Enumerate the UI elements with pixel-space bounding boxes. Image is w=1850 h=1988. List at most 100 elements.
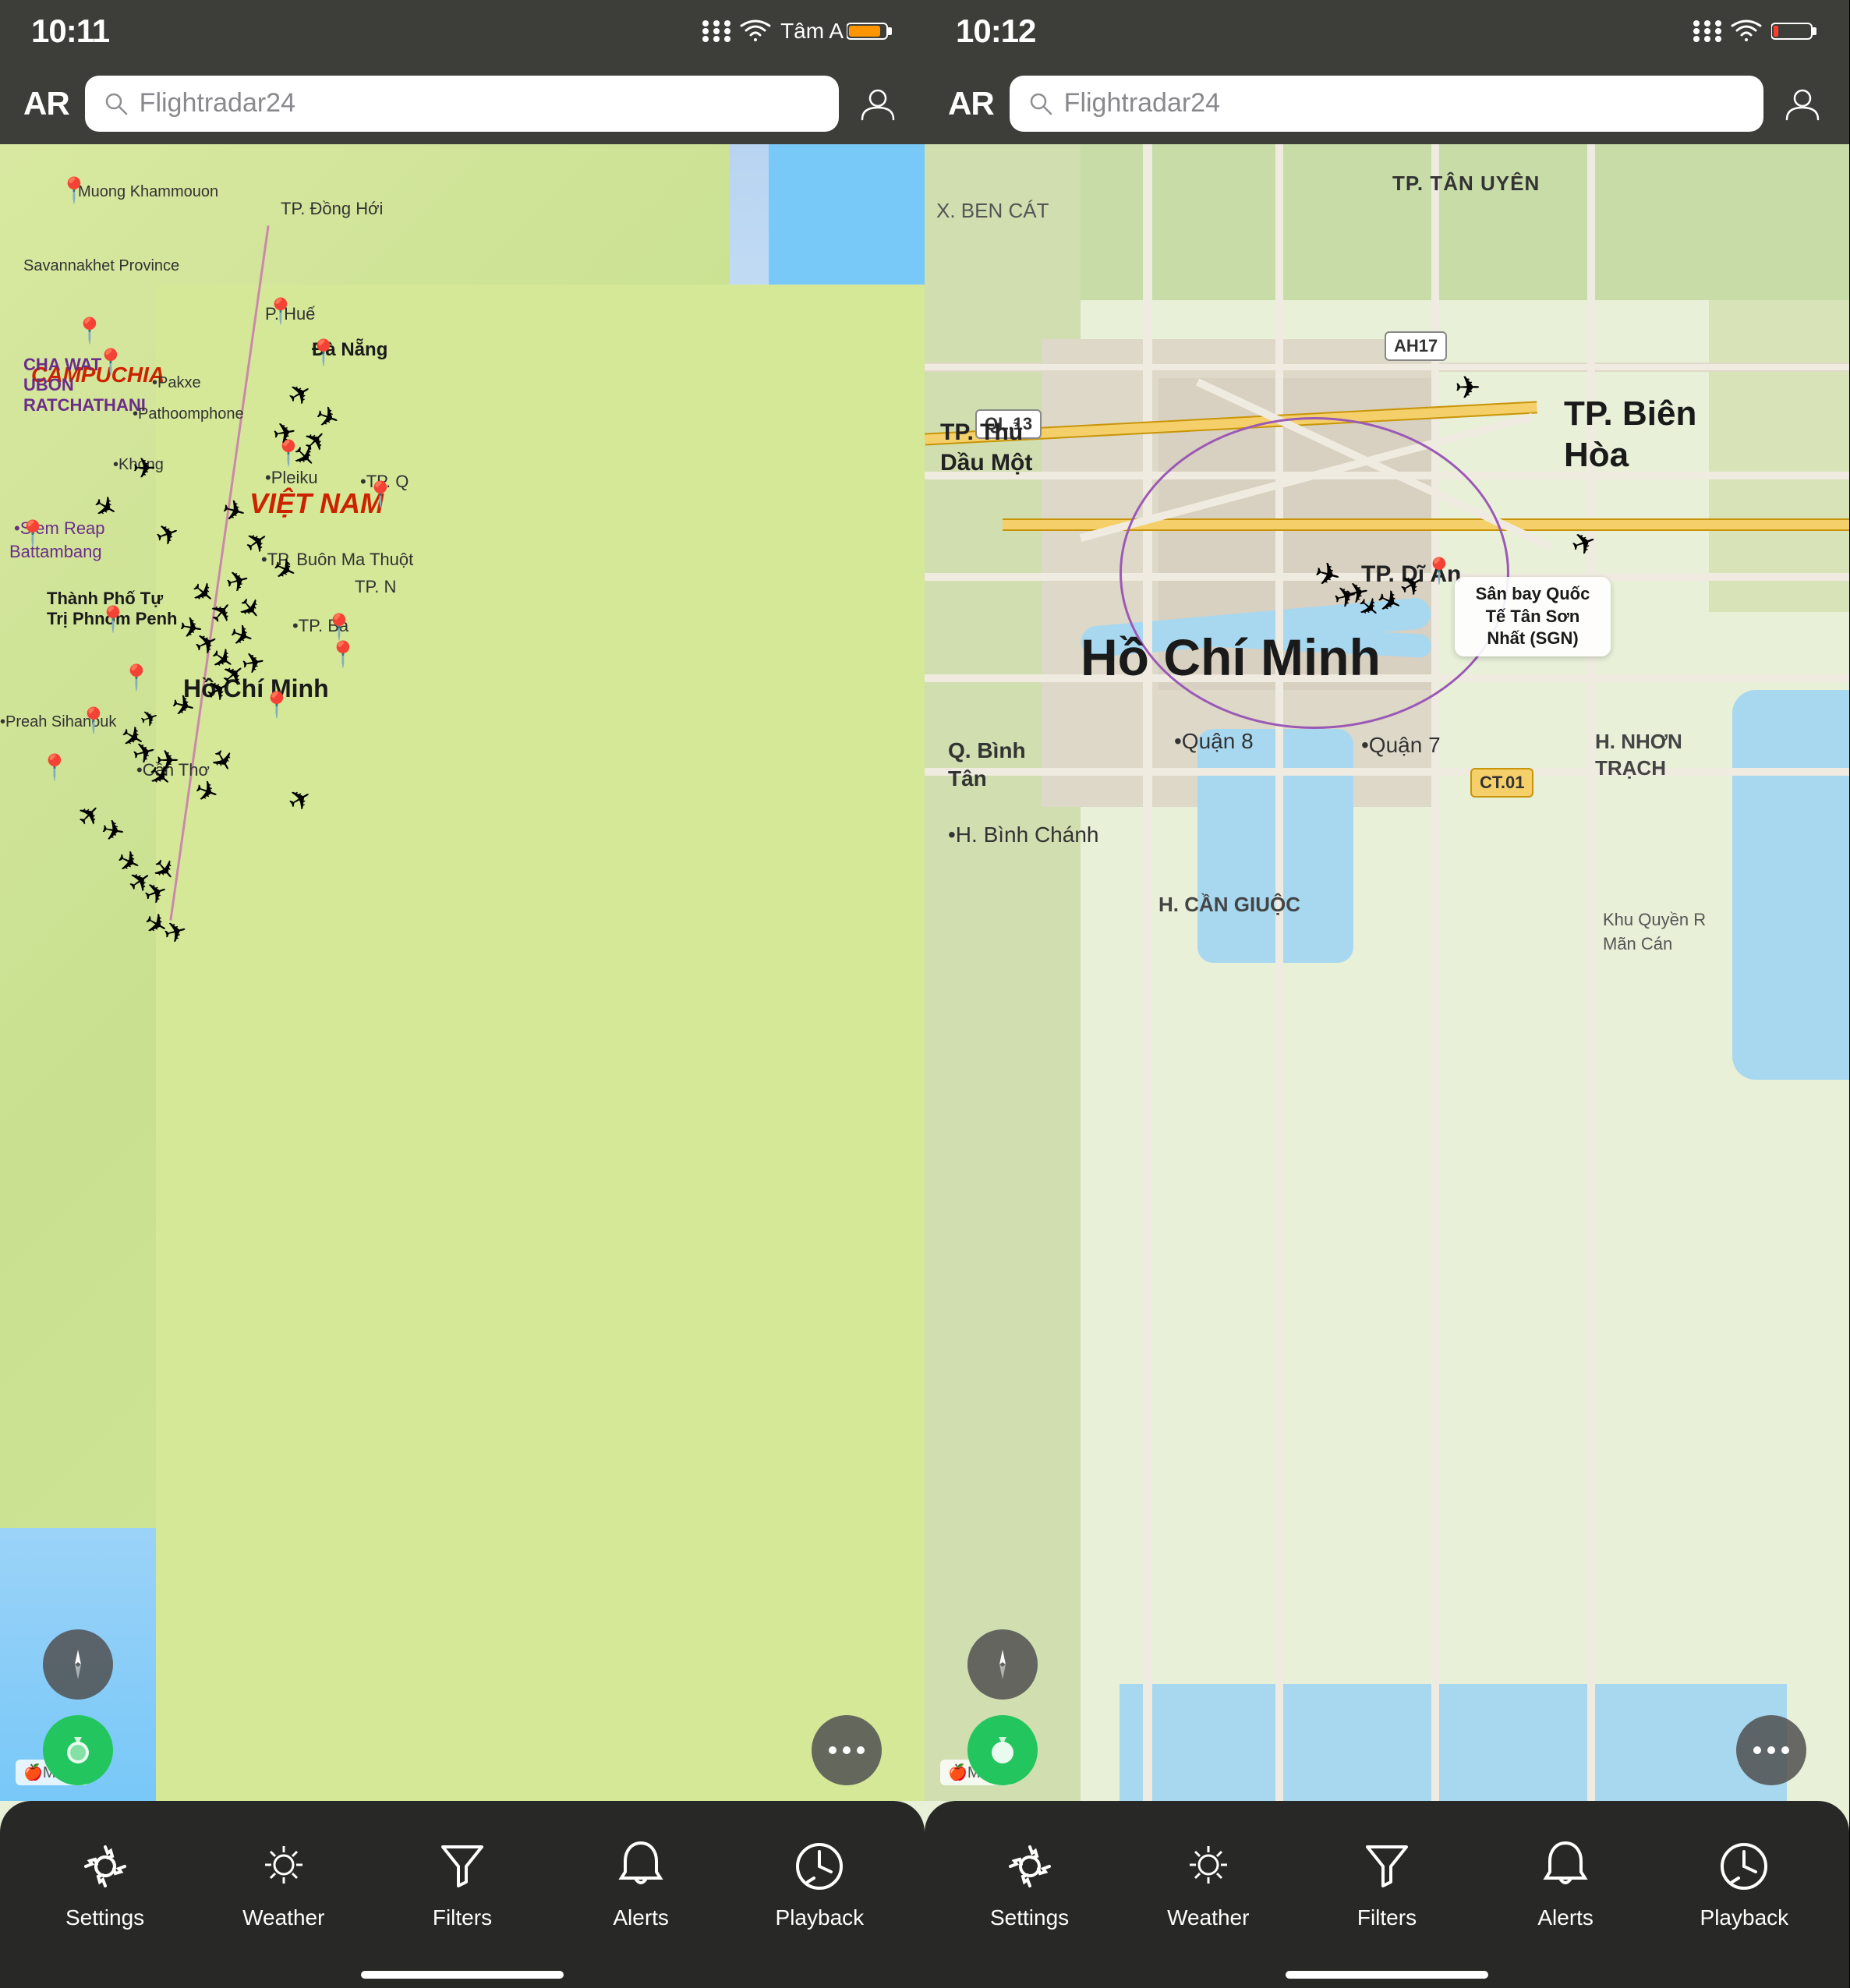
- toolbar-filters-right[interactable]: Filters: [1332, 1835, 1441, 1930]
- pin-danang: 📍: [308, 338, 339, 367]
- airport-label: Sân bay Quốc Tế Tân Sơn Nhất (SGN): [1455, 577, 1611, 656]
- sun-icon-right: [1181, 1843, 1236, 1890]
- pin-hue: 📍: [265, 296, 296, 326]
- label-bien-hoa: TP. BiênHòa: [1564, 394, 1696, 476]
- compass-icon-right: [985, 1647, 1021, 1682]
- toolbar-settings-right[interactable]: Settings: [975, 1835, 1084, 1930]
- pin-tpba2: 📍: [327, 639, 359, 669]
- status-bar-right: 10:12: [925, 0, 1849, 62]
- medal-icon: [58, 1731, 97, 1770]
- label-pakxe: •Pakxe: [152, 374, 201, 392]
- status-bar-left: 10:11 Tâm A: [0, 0, 925, 62]
- filter-icon-right: [1364, 1839, 1410, 1894]
- time-left: 10:11: [31, 12, 109, 50]
- compass-button-left[interactable]: [43, 1629, 113, 1700]
- clock-icon: [792, 1839, 847, 1894]
- home-indicator-left: [361, 1971, 564, 1979]
- search-placeholder-right: Flightradar24: [1064, 88, 1220, 119]
- label-thu-dau-mot: TP. ThủDầu Một: [940, 417, 1032, 478]
- filter-icon: [439, 1839, 486, 1894]
- pin-phnom: 📍: [97, 604, 129, 634]
- alerts-label-right: Alerts: [1537, 1905, 1594, 1930]
- bell-icon-right: [1542, 1839, 1589, 1894]
- settings-label-right: Settings: [990, 1905, 1069, 1930]
- grid-icon: [702, 20, 730, 42]
- screen-right: 10:12: [925, 0, 1849, 1988]
- river-bottom: [1120, 1684, 1787, 1801]
- plane-6: ✈: [133, 452, 156, 485]
- badge-button-left[interactable]: [43, 1715, 113, 1785]
- weather-label-right: Weather: [1167, 1905, 1249, 1930]
- pin-siemreap: 📍: [17, 518, 48, 548]
- map-area-left[interactable]: CAMPUCHIA VIỆT NAM Muong Khammouon TP. Đ…: [0, 144, 925, 1801]
- playback-label-left: Playback: [776, 1905, 865, 1930]
- playback-label-right: Playback: [1700, 1905, 1789, 1930]
- weather-icon-wrap: [253, 1835, 315, 1898]
- more-button-right[interactable]: [1736, 1715, 1806, 1785]
- settings-icon-wrap: [74, 1835, 136, 1898]
- label-donghoi: TP. Đồng Hới: [281, 199, 383, 219]
- toolbar-weather-left[interactable]: Weather: [229, 1835, 338, 1930]
- route-badge-ah17: AH17: [1385, 331, 1447, 361]
- status-icons-left: Tâm A: [702, 19, 893, 44]
- pin-1: 📍: [58, 175, 90, 205]
- more-button-left[interactable]: [812, 1715, 882, 1785]
- toolbar-weather-right[interactable]: Weather: [1154, 1835, 1263, 1930]
- toolbar-alerts-left[interactable]: Alerts: [586, 1835, 695, 1930]
- settings-label-left: Settings: [65, 1905, 144, 1930]
- label-binh-chanh: •H. Bình Chánh: [948, 822, 1098, 847]
- compass-button-right[interactable]: [967, 1629, 1038, 1700]
- pin-airport: 📍: [1424, 556, 1455, 585]
- pin-tpba: 📍: [324, 612, 355, 642]
- search-placeholder-left: Flightradar24: [140, 88, 295, 119]
- label-pleiku: •Pleiku: [265, 468, 318, 488]
- compass-icon: [60, 1647, 96, 1682]
- label-hcm-big: Hồ Chí Minh: [1081, 628, 1381, 687]
- ar-button-right[interactable]: AR: [948, 85, 994, 122]
- label-tpn: TP. N: [355, 577, 396, 597]
- pin-ubon: 📍: [95, 347, 126, 377]
- medal-icon-right: [983, 1731, 1022, 1770]
- clock-icon-right: [1717, 1839, 1771, 1894]
- road-v3: [1431, 144, 1439, 1801]
- toolbar-settings-left[interactable]: Settings: [51, 1835, 160, 1930]
- search-icon-left: [104, 91, 129, 116]
- road-h1: [925, 363, 1849, 372]
- search-input-left[interactable]: Flightradar24: [85, 76, 839, 132]
- profile-icon-right[interactable]: [1779, 80, 1826, 127]
- ar-button-left[interactable]: AR: [23, 85, 69, 122]
- status-icons-right: [1693, 19, 1818, 43]
- battery-left: Tâm A: [780, 19, 893, 44]
- profile-icon-left[interactable]: [854, 80, 901, 127]
- search-bar-right: AR Flightradar24: [925, 62, 1849, 144]
- label-tan-uyen: TP. TÂN UYÊN: [1392, 172, 1540, 196]
- alerts-label-left: Alerts: [613, 1905, 669, 1930]
- pin-west1: 📍: [121, 663, 152, 692]
- vietnam-label: VIỆT NAM: [249, 487, 384, 520]
- toolbar-filters-left[interactable]: Filters: [408, 1835, 517, 1930]
- weather-label-left: Weather: [242, 1905, 324, 1930]
- toolbar-playback-left[interactable]: Playback: [765, 1835, 874, 1930]
- grid-icon-right: [1693, 20, 1721, 42]
- plane-right-1: ✈: [1455, 370, 1481, 406]
- label-savannakhet: Savannakhet Province: [23, 257, 179, 275]
- pin-west2: 📍: [78, 706, 109, 735]
- label-nhon-trach: H. NHƠNTRẠCH: [1595, 729, 1682, 782]
- east-green: [1709, 300, 1849, 612]
- wifi-icon-right: [1731, 19, 1762, 43]
- filters-icon-wrap: [431, 1835, 493, 1898]
- playback-icon-wrap: [788, 1835, 851, 1898]
- gear-icon: [78, 1839, 133, 1894]
- ellipsis-icon-right: [1752, 1743, 1791, 1757]
- map-area-right[interactable]: AH17 QL.13 CT.01 TP. TÂN UYÊN X. BEN CÁT…: [925, 144, 1849, 1801]
- badge-button-right[interactable]: [967, 1715, 1038, 1785]
- highway-badge-ct01: CT.01: [1470, 768, 1533, 798]
- time-right: 10:12: [956, 12, 1035, 50]
- toolbar-playback-right[interactable]: Playback: [1689, 1835, 1799, 1930]
- search-input-right[interactable]: Flightradar24: [1010, 76, 1763, 132]
- toolbar-alerts-right[interactable]: Alerts: [1511, 1835, 1620, 1930]
- user-icon-right: [1783, 84, 1822, 123]
- label-can-giuoc: H. CẦN GIUỘC: [1158, 893, 1300, 917]
- map-vietnam: CAMPUCHIA VIỆT NAM Muong Khammouon TP. Đ…: [0, 144, 925, 1801]
- battery-icon-right: [1771, 20, 1818, 42]
